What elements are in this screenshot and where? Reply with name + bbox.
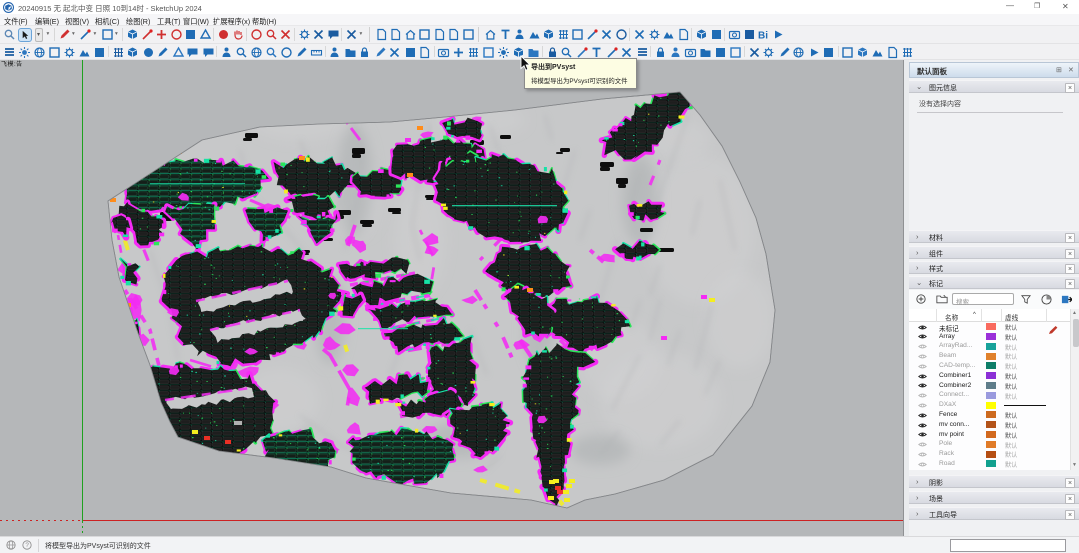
svg-text:?: ? xyxy=(25,542,29,549)
svg-text:Bi: Bi xyxy=(758,31,768,42)
